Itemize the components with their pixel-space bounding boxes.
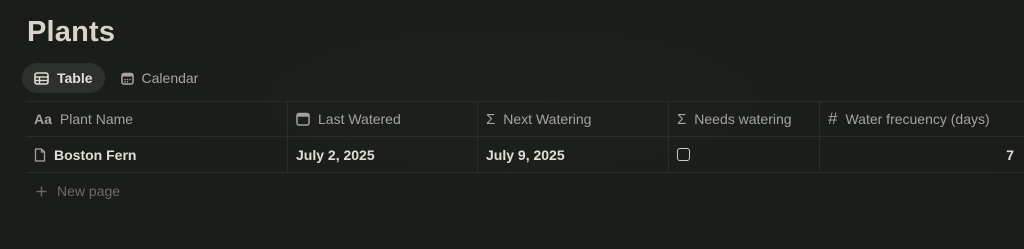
column-header-water-frequency[interactable]: # Water frecuency (days) [820, 102, 1024, 136]
tab-table-label: Table [57, 70, 93, 86]
column-header-needs-watering[interactable]: Σ Needs watering [669, 102, 820, 136]
next-watering-value: July 9, 2025 [486, 146, 565, 163]
plant-name-value: Boston Fern [54, 146, 137, 163]
view-tabs: Table Calendar [22, 63, 210, 93]
formula-icon: Σ [486, 110, 496, 128]
column-header-label: Needs watering [694, 111, 792, 127]
cell-next-watering[interactable]: July 9, 2025 [478, 137, 669, 172]
needs-watering-checkbox[interactable] [677, 148, 690, 161]
water-frequency-value: 7 [1006, 146, 1014, 163]
tab-table[interactable]: Table [22, 63, 105, 93]
plus-icon [36, 186, 47, 197]
column-header-next-watering[interactable]: Σ Next Watering [478, 102, 669, 136]
calendar-icon [296, 112, 310, 126]
cell-needs-watering[interactable] [669, 137, 820, 172]
table-row[interactable]: Boston Fern July 2, 2025 July 9, 2025 7 [26, 137, 1024, 173]
page-title: Plants [27, 16, 116, 48]
column-header-label: Plant Name [59, 111, 134, 127]
new-page-label: New page [57, 183, 121, 199]
column-header-plant-name[interactable]: Aa Plant Name [26, 102, 288, 136]
table-icon [34, 71, 49, 85]
column-header-label: Water frecuency (days) [845, 111, 990, 127]
last-watered-value: July 2, 2025 [296, 146, 375, 163]
column-header-label: Last Watered [318, 111, 401, 127]
new-page-button[interactable]: New page [26, 173, 1024, 209]
calendar-icon [120, 72, 134, 85]
page-icon [34, 147, 46, 162]
tab-calendar-label: Calendar [141, 70, 199, 86]
column-header-last-watered[interactable]: Last Watered [288, 102, 478, 136]
number-icon: # [828, 109, 838, 128]
cell-last-watered[interactable]: July 2, 2025 [288, 137, 478, 172]
tab-calendar[interactable]: Calendar [109, 63, 211, 93]
column-header-label: Next Watering [503, 111, 592, 127]
table-header-row: Aa Plant Name Last Watered Σ Next Wateri… [26, 101, 1024, 137]
plants-table: Aa Plant Name Last Watered Σ Next Wateri… [26, 101, 1024, 209]
cell-plant-name[interactable]: Boston Fern [26, 137, 288, 172]
page: Plants Table Calendar Aa Plant Name Last… [0, 0, 1024, 249]
text-property-icon: Aa [34, 111, 52, 127]
cell-water-frequency[interactable]: 7 [820, 137, 1024, 172]
formula-icon: Σ [677, 110, 687, 128]
